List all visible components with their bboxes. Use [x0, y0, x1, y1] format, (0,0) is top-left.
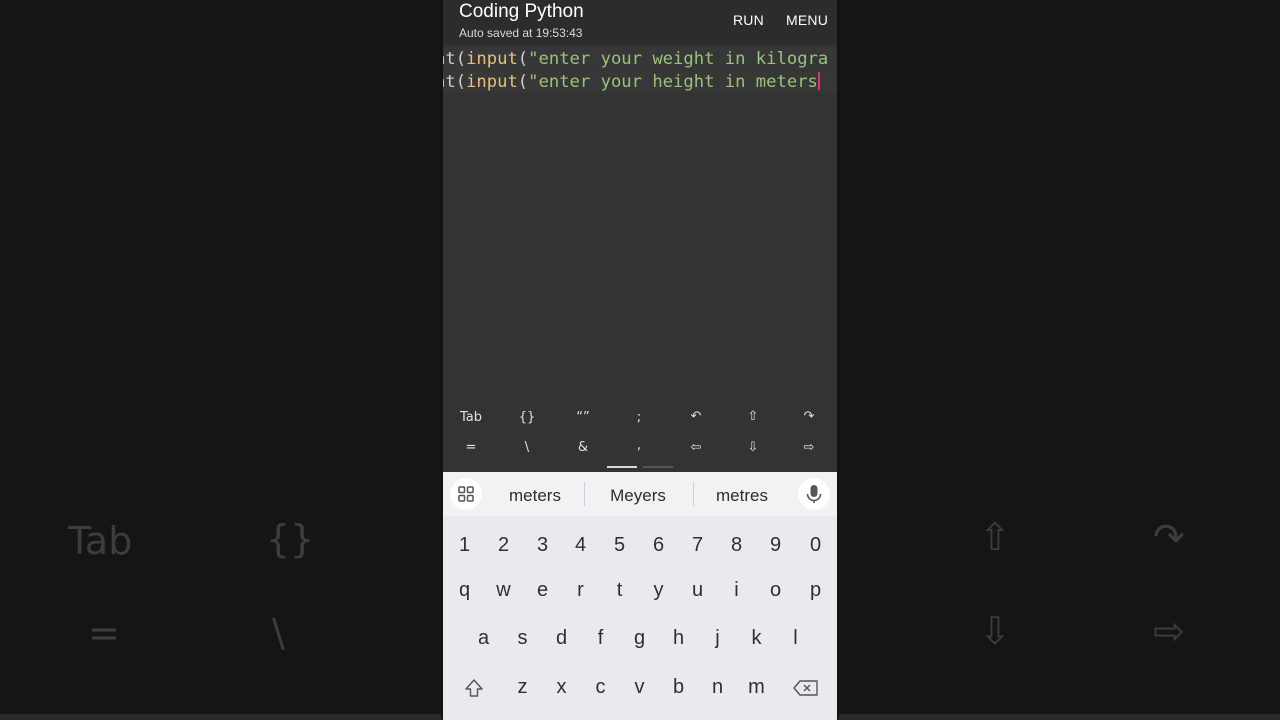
- microphone-icon: [806, 485, 822, 503]
- ampersand-key[interactable]: &: [555, 440, 611, 455]
- key-f[interactable]: f: [581, 627, 620, 650]
- suggestion-3[interactable]: metres: [690, 486, 794, 506]
- arrow-right-icon[interactable]: ⇨: [781, 440, 837, 455]
- app-title: Coding Python: [459, 1, 584, 22]
- background-strip: [0, 714, 441, 720]
- background-redo-icon: ↷: [1153, 515, 1185, 559]
- key-a[interactable]: a: [464, 627, 503, 650]
- key-u[interactable]: u: [678, 579, 717, 602]
- key-5[interactable]: 5: [600, 534, 639, 557]
- equals-key[interactable]: =: [443, 440, 499, 455]
- app-bar: Coding Python Auto saved at 19:53:43 RUN…: [443, 0, 837, 45]
- background-backslash-label: \: [272, 611, 285, 655]
- key-w[interactable]: w: [484, 579, 523, 602]
- key-z[interactable]: z: [503, 676, 542, 699]
- suggestion-1[interactable]: meters: [483, 486, 587, 506]
- key-g[interactable]: g: [620, 627, 659, 650]
- apps-grid-icon: [458, 486, 474, 502]
- code-function-token: input: [466, 72, 518, 92]
- background-braces-label: {}: [266, 517, 315, 561]
- key-1[interactable]: 1: [445, 534, 484, 557]
- code-string-token: "enter your height in meters: [528, 72, 818, 92]
- arrow-left-icon[interactable]: ⇦: [668, 440, 724, 455]
- key-c[interactable]: c: [581, 676, 620, 699]
- key-b[interactable]: b: [659, 676, 698, 699]
- key-e[interactable]: e: [523, 579, 562, 602]
- backspace-icon: [793, 680, 818, 696]
- soft-keyboard: meters Meyers metres 1 2 3 4 5 6 7 8 9 0…: [443, 472, 837, 720]
- autosave-status: Auto saved at 19:53:43: [459, 26, 583, 40]
- shift-icon: [465, 679, 483, 697]
- arrow-down-icon[interactable]: ⇩: [725, 440, 781, 455]
- key-j[interactable]: j: [698, 627, 737, 650]
- key-l[interactable]: l: [776, 627, 815, 650]
- key-s[interactable]: s: [503, 627, 542, 650]
- key-8[interactable]: 8: [717, 534, 756, 557]
- quotes-key[interactable]: “”: [555, 410, 611, 425]
- background-tab-label: Tab: [68, 519, 133, 563]
- key-d[interactable]: d: [542, 627, 581, 650]
- redo-icon[interactable]: ↷: [781, 409, 837, 424]
- key-x[interactable]: x: [542, 676, 581, 699]
- key-7[interactable]: 7: [678, 534, 717, 557]
- key-9[interactable]: 9: [756, 534, 795, 557]
- key-v[interactable]: v: [620, 676, 659, 699]
- key-q[interactable]: q: [445, 579, 484, 602]
- page-indicator-active: [607, 466, 637, 468]
- menu-button[interactable]: MENU: [786, 12, 828, 28]
- background-left-panel: Tab {} = \: [0, 0, 441, 720]
- undo-icon[interactable]: ↶: [668, 409, 724, 424]
- key-3[interactable]: 3: [523, 534, 562, 557]
- background-strip: [839, 714, 1280, 720]
- suggestion-2[interactable]: Meyers: [586, 486, 690, 506]
- backspace-key[interactable]: [791, 678, 821, 698]
- braces-key[interactable]: {}: [499, 410, 555, 425]
- key-2[interactable]: 2: [484, 534, 523, 557]
- semicolon-key[interactable]: ;: [611, 410, 667, 425]
- code-string-token: "enter your weight in kilogra: [528, 49, 829, 69]
- suggestion-divider: [584, 482, 585, 506]
- code-function-token: input: [466, 49, 518, 69]
- background-up-arrow-icon: ⇧: [979, 515, 1011, 559]
- key-o[interactable]: o: [756, 579, 795, 602]
- code-line-2[interactable]: at(input("enter your height in meters: [443, 71, 837, 93]
- key-i[interactable]: i: [717, 579, 756, 602]
- background-down-arrow-icon: ⇩: [979, 609, 1011, 653]
- shift-up-icon[interactable]: ⇧: [725, 409, 781, 424]
- key-t[interactable]: t: [600, 579, 639, 602]
- voice-input-button[interactable]: [798, 478, 830, 510]
- key-h[interactable]: h: [659, 627, 698, 650]
- tab-key[interactable]: Tab: [443, 410, 499, 425]
- key-p[interactable]: p: [796, 579, 835, 602]
- key-y[interactable]: y: [639, 579, 678, 602]
- key-0[interactable]: 0: [796, 534, 835, 557]
- comma-key[interactable]: ,: [611, 438, 667, 453]
- backslash-key[interactable]: \: [499, 440, 555, 455]
- text-cursor: [817, 72, 820, 90]
- key-6[interactable]: 6: [639, 534, 678, 557]
- background-right-panel: ⇧ ↷ ⇩ ⇨: [839, 0, 1280, 720]
- background-right-arrow-icon: ⇨: [1153, 609, 1185, 653]
- shift-key[interactable]: [459, 676, 489, 700]
- key-r[interactable]: r: [561, 579, 600, 602]
- key-m[interactable]: m: [737, 676, 776, 699]
- key-4[interactable]: 4: [561, 534, 600, 557]
- page-indicator-inactive: [643, 466, 673, 468]
- suggestion-strip: meters Meyers metres: [443, 472, 837, 516]
- phone-screen: Coding Python Auto saved at 19:53:43 RUN…: [443, 0, 837, 720]
- run-button[interactable]: RUN: [733, 12, 764, 28]
- code-editor[interactable]: at(input("enter your weight in kilogra a…: [443, 45, 837, 400]
- apps-grid-button[interactable]: [450, 478, 482, 510]
- code-line-1[interactable]: at(input("enter your weight in kilogra: [443, 48, 837, 70]
- key-n[interactable]: n: [698, 676, 737, 699]
- key-k[interactable]: k: [737, 627, 776, 650]
- background-equals-label: =: [88, 611, 120, 655]
